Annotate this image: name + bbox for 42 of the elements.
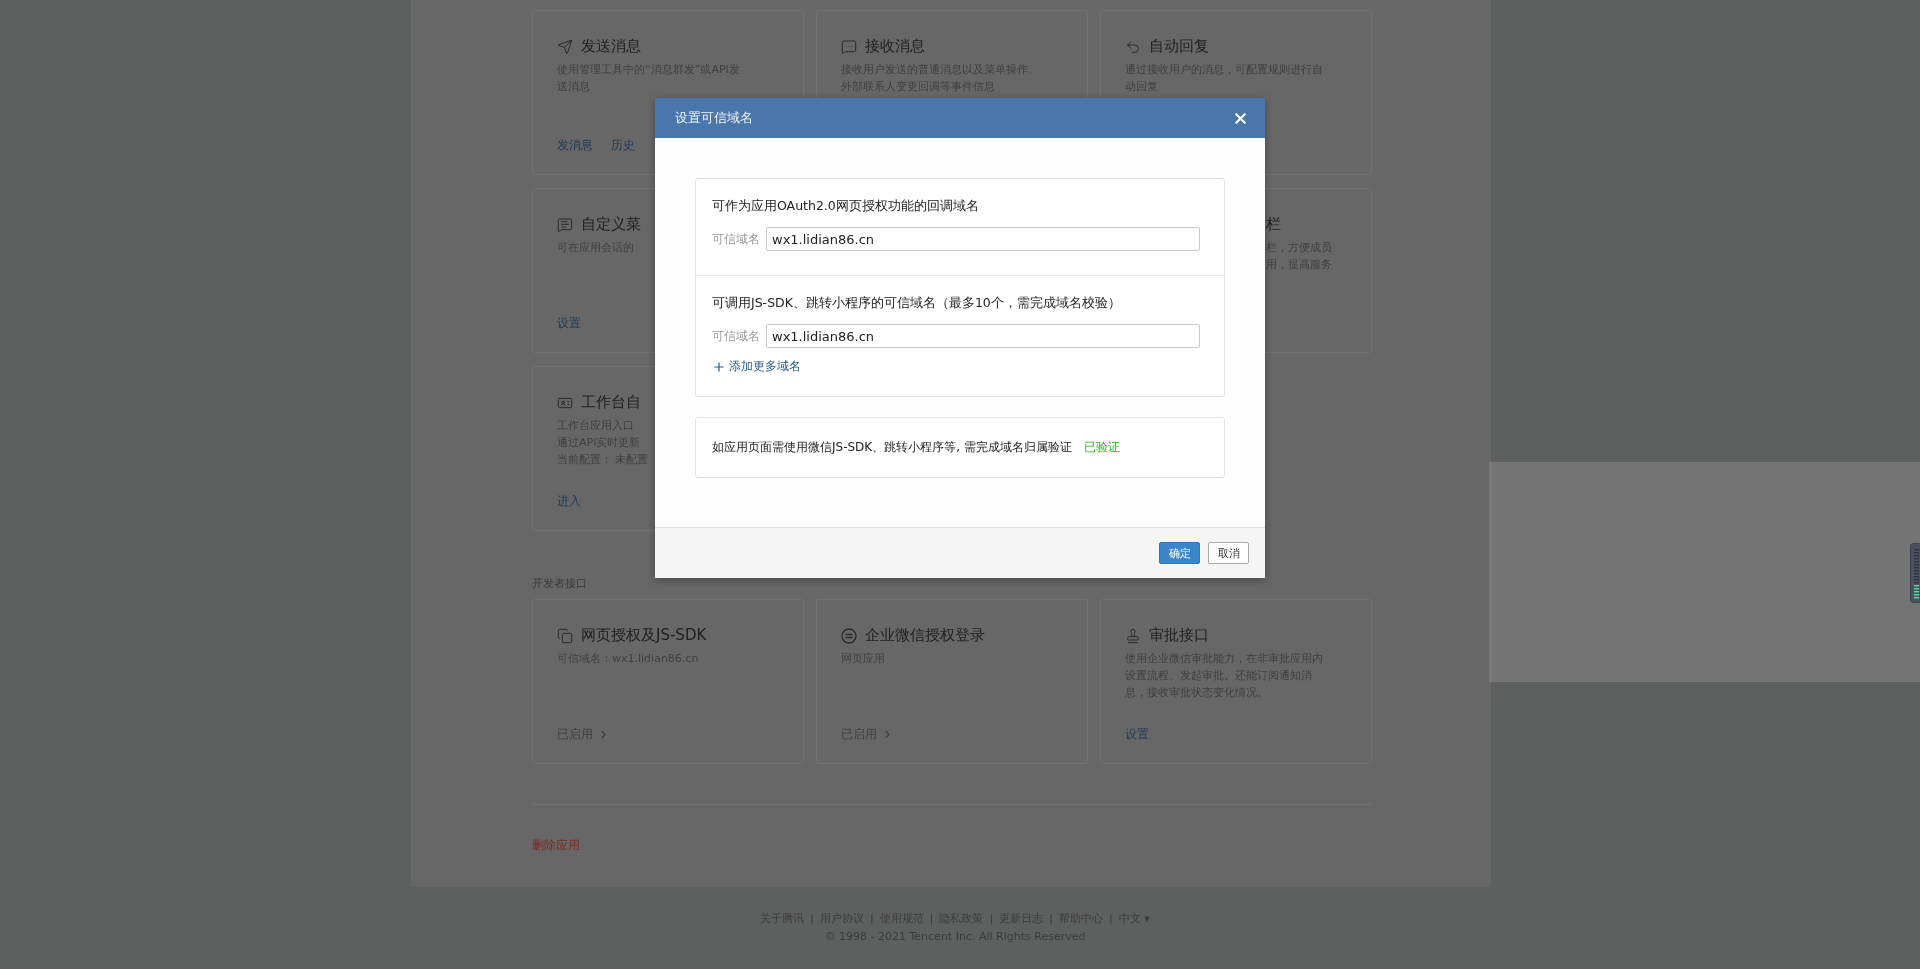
domain-input[interactable]: wx1.lidian86.cn (766, 324, 1200, 348)
card-link[interactable]: 发消息 (557, 137, 593, 154)
section-heading: 可调用JS-SDK、跳转小程序的可信域名（最多10个，需完成域名校验） (712, 295, 1121, 312)
circle-lines-icon (841, 627, 857, 644)
reply-arrow-icon (1125, 38, 1141, 55)
card-title: 网页授权及JS-SDK (581, 626, 707, 645)
send-icon (557, 38, 573, 55)
domain-input[interactable]: wx1.lidian86.cn (766, 227, 1200, 251)
separator: | (1049, 912, 1053, 925)
card-link[interactable]: 进入 (557, 493, 581, 510)
field-label: 可信域名 (712, 327, 760, 345)
verification-status: 已验证 (1083, 438, 1120, 456)
chat-bubble-icon (841, 38, 857, 55)
separator: | (989, 912, 994, 925)
card-title: 审批接口 (1149, 626, 1209, 645)
card-link[interactable]: 历史 (611, 137, 635, 154)
dialog-title: 设置可信域名 (675, 109, 753, 127)
separator: | (929, 912, 934, 925)
separator: | (810, 912, 815, 925)
separator: | (870, 912, 874, 925)
card-link[interactable]: 设置 (1125, 726, 1149, 743)
add-domain-link[interactable]: 添加更多域名 (712, 358, 801, 375)
card-title: 发送消息 (581, 37, 641, 56)
card-title: 栏 (1266, 215, 1281, 234)
stamp-icon (1125, 627, 1141, 644)
card-title: 接收消息 (865, 37, 925, 56)
verification-text: 如应用页面需使用微信JS-SDK、跳转小程序等, 需完成域名归属验证 (712, 438, 1072, 456)
level-meter-icon[interactable] (1910, 543, 1920, 603)
card-link[interactable]: 设置 (557, 315, 581, 332)
plus-icon (712, 359, 726, 374)
cancel-button[interactable]: 取消 (1208, 542, 1249, 564)
delete-app-link[interactable]: 删除应用 (532, 838, 580, 852)
overlapping-squares-icon (557, 627, 573, 644)
card-title: 企业微信授权登录 (865, 626, 985, 645)
card-title: 自动回复 (1149, 37, 1209, 56)
section-heading: 可作为应用OAuth2.0网页授权功能的回调域名 (712, 198, 979, 215)
menu-bubble-icon (557, 216, 573, 233)
card-title: 工作台自 (581, 393, 641, 412)
card-title: 自定义菜 (581, 215, 641, 234)
field-label: 可信域名 (712, 230, 760, 248)
separator: | (1108, 912, 1113, 925)
confirm-button[interactable]: 确定 (1159, 542, 1200, 564)
